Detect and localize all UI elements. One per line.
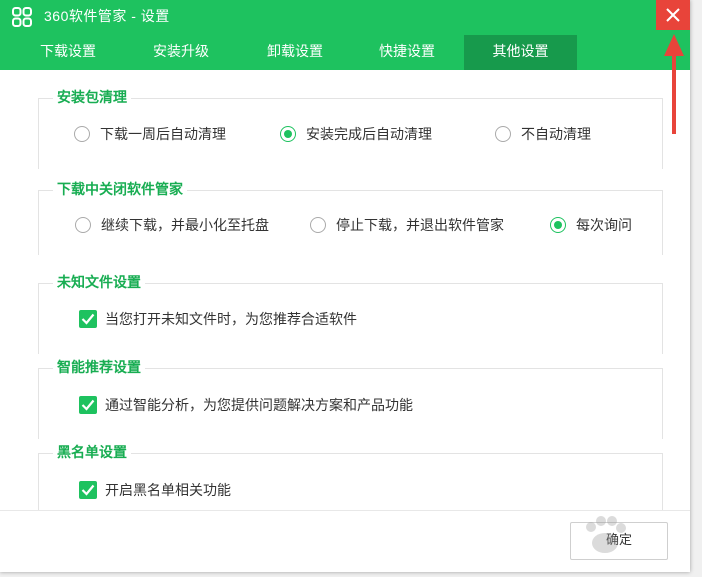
- checkbox-smart-analysis[interactable]: 通过智能分析，为您提供问题解决方案和产品功能: [79, 395, 413, 417]
- group-title: 智能推荐设置: [53, 358, 145, 378]
- tab-download-settings[interactable]: 下载设置: [10, 35, 126, 70]
- checkbox-recommend-unknown-file[interactable]: 当您打开未知文件时，为您推荐合适软件: [79, 309, 357, 331]
- checkbox-checked-icon: [79, 396, 97, 414]
- radio-label: 下载一周后自动清理: [100, 127, 226, 143]
- radio-cleanup-week[interactable]: 下载一周后自动清理: [74, 124, 226, 146]
- radio-label: 停止下载，并退出软件管家: [336, 218, 504, 234]
- group-smart-recommend: 智能推荐设置 通过智能分析，为您提供问题解决方案和产品功能: [38, 358, 663, 439]
- group-close-during-download: 下载中关闭软件管家 继续下载，并最小化至托盘 停止下载，并退出软件管家 每次询问: [38, 180, 663, 255]
- app-logo-icon: [12, 7, 32, 27]
- tab-install-upgrade[interactable]: 安装升级: [124, 35, 238, 70]
- radio-label: 继续下载，并最小化至托盘: [101, 218, 269, 234]
- group-title: 黑名单设置: [53, 443, 131, 463]
- radio-selected-icon: [550, 217, 566, 233]
- radio-icon: [310, 217, 326, 233]
- group-title: 下载中关闭软件管家: [53, 180, 187, 200]
- tab-other-settings[interactable]: 其他设置: [464, 35, 577, 70]
- checkbox-label: 当您打开未知文件时，为您推荐合适软件: [105, 312, 357, 328]
- group-blacklist: 黑名单设置 开启黑名单相关功能: [38, 443, 663, 510]
- checkbox-checked-icon: [79, 481, 97, 499]
- tab-bar: 下载设置 安装升级 卸载设置 快捷设置 其他设置: [0, 35, 690, 70]
- radio-cleanup-after-install[interactable]: 安装完成后自动清理: [280, 124, 432, 146]
- group-unknown-files: 未知文件设置 当您打开未知文件时，为您推荐合适软件: [38, 273, 663, 354]
- group-package-cleanup: 安装包清理 下载一周后自动清理 安装完成后自动清理 不自动清理: [38, 88, 663, 169]
- radio-cleanup-never[interactable]: 不自动清理: [495, 124, 591, 146]
- radio-icon: [75, 217, 91, 233]
- radio-continue-minimize[interactable]: 继续下载，并最小化至托盘: [75, 215, 269, 237]
- radio-icon: [74, 126, 90, 142]
- settings-content[interactable]: 安装包清理 下载一周后自动清理 安装完成后自动清理 不自动清理 下载中关闭软件管…: [0, 70, 690, 510]
- window-title: 360软件管家 - 设置: [44, 8, 170, 24]
- checkbox-label: 开启黑名单相关功能: [105, 483, 231, 499]
- tab-shortcut-settings[interactable]: 快捷设置: [350, 35, 464, 70]
- close-icon: [666, 8, 680, 22]
- group-title: 安装包清理: [53, 88, 131, 108]
- radio-label: 不自动清理: [521, 127, 591, 143]
- radio-label: 安装完成后自动清理: [306, 127, 432, 143]
- group-title: 未知文件设置: [53, 273, 145, 293]
- radio-selected-icon: [280, 126, 296, 142]
- radio-label: 每次询问: [576, 218, 632, 234]
- close-button[interactable]: [656, 0, 690, 30]
- paw-watermark-icon: [586, 516, 626, 553]
- radio-icon: [495, 126, 511, 142]
- tab-uninstall-settings[interactable]: 卸载设置: [238, 35, 352, 70]
- settings-window: 360软件管家 - 设置 下载设置 安装升级 卸载设置 快捷设置 其他设置 安装…: [0, 0, 690, 572]
- checkbox-checked-icon: [79, 310, 97, 328]
- checkbox-label: 通过智能分析，为您提供问题解决方案和产品功能: [105, 398, 413, 414]
- checkbox-enable-blacklist[interactable]: 开启黑名单相关功能: [79, 480, 231, 502]
- radio-stop-exit[interactable]: 停止下载，并退出软件管家: [310, 215, 504, 237]
- radio-ask-every-time[interactable]: 每次询问: [550, 215, 632, 237]
- annotation-arrow-icon: [664, 34, 684, 134]
- title-bar: 360软件管家 - 设置 下载设置 安装升级 卸载设置 快捷设置 其他设置: [0, 0, 690, 70]
